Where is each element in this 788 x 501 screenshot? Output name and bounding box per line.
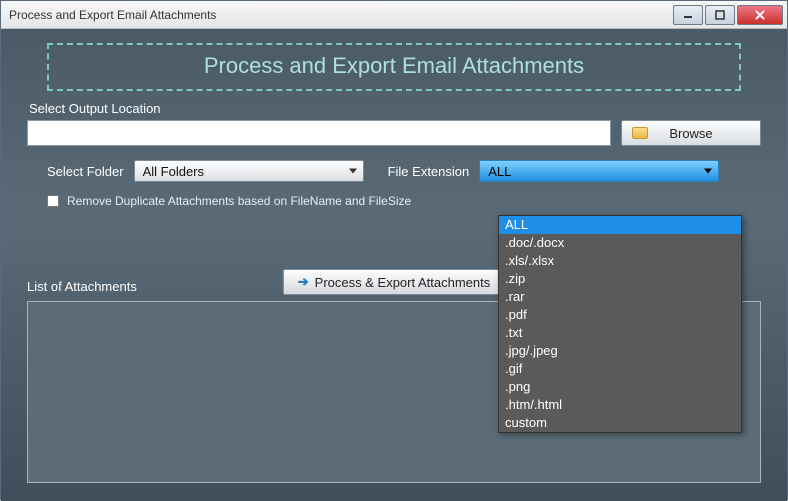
select-folder-label: Select Folder xyxy=(47,164,124,179)
banner: Process and Export Email Attachments xyxy=(47,43,741,91)
attachments-list-label: List of Attachments xyxy=(27,279,137,294)
ext-option-rar[interactable]: .rar xyxy=(499,288,741,306)
close-button[interactable] xyxy=(737,5,783,25)
ext-option-gif[interactable]: .gif xyxy=(499,360,741,378)
process-label: Process & Export Attachments xyxy=(315,275,491,290)
output-row: Browse xyxy=(27,120,761,146)
dedupe-label: Remove Duplicate Attachments based on Fi… xyxy=(67,194,411,208)
close-icon xyxy=(755,10,765,20)
minimize-icon xyxy=(683,10,693,20)
ext-option-xls[interactable]: .xls/.xlsx xyxy=(499,252,741,270)
arrow-right-icon: ➔ xyxy=(298,274,309,290)
client-area: Process and Export Email Attachments Sel… xyxy=(1,29,787,501)
folder-combobox-value: All Folders xyxy=(143,164,204,179)
titlebar[interactable]: Process and Export Email Attachments xyxy=(1,1,787,29)
process-export-button[interactable]: ➔ Process & Export Attachments xyxy=(283,269,505,295)
ext-option-txt[interactable]: .txt xyxy=(499,324,741,342)
folder-combobox[interactable]: All Folders xyxy=(134,160,364,182)
ext-option-jpg[interactable]: .jpg/.jpeg xyxy=(499,342,741,360)
browse-label: Browse xyxy=(669,126,712,141)
file-extension-combobox[interactable]: ALL xyxy=(479,160,719,182)
dedupe-row: Remove Duplicate Attachments based on Fi… xyxy=(47,194,761,208)
maximize-button[interactable] xyxy=(705,5,735,25)
ext-option-png[interactable]: .png xyxy=(499,378,741,396)
ext-option-doc[interactable]: .doc/.docx xyxy=(499,234,741,252)
ext-option-zip[interactable]: .zip xyxy=(499,270,741,288)
app-window: Process and Export Email Attachments Pro… xyxy=(0,0,788,500)
ext-option-pdf[interactable]: .pdf xyxy=(499,306,741,324)
ext-option-custom[interactable]: custom xyxy=(499,414,741,432)
config-row: Select Folder All Folders File Extension… xyxy=(27,160,761,182)
window-title: Process and Export Email Attachments xyxy=(9,8,671,22)
ext-option-htm[interactable]: .htm/.html xyxy=(499,396,741,414)
browse-button[interactable]: Browse xyxy=(621,120,761,146)
banner-title: Process and Export Email Attachments xyxy=(49,53,739,79)
file-extension-label: File Extension xyxy=(388,164,470,179)
window-controls xyxy=(671,5,783,25)
maximize-icon xyxy=(715,10,725,20)
ext-option-all[interactable]: ALL xyxy=(499,216,741,234)
file-extension-value: ALL xyxy=(488,164,511,179)
output-location-input[interactable] xyxy=(27,120,611,146)
file-extension-dropdown: ALL .doc/.docx .xls/.xlsx .zip .rar .pdf… xyxy=(498,215,742,433)
dedupe-checkbox[interactable] xyxy=(47,195,59,207)
minimize-button[interactable] xyxy=(673,5,703,25)
folder-icon xyxy=(632,127,648,139)
output-location-label: Select Output Location xyxy=(29,101,761,116)
